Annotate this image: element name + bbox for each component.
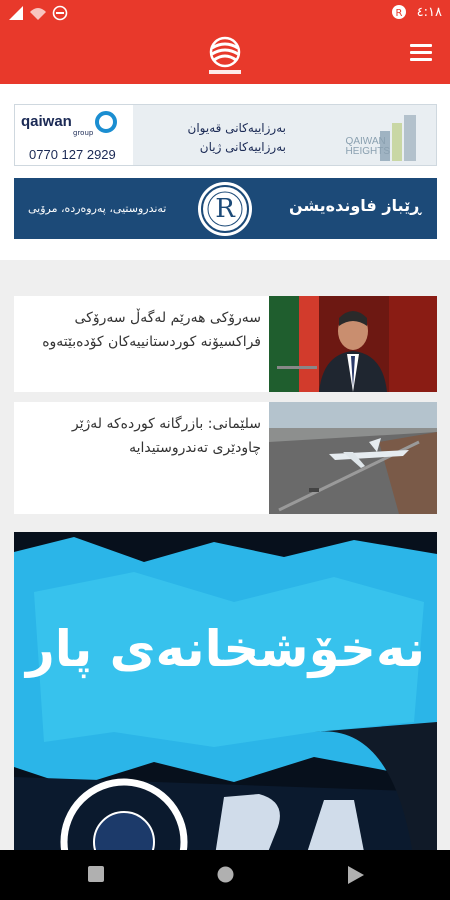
clock: ٤:١٨ [416, 4, 442, 20]
app-bar [0, 28, 450, 84]
signal-icon [9, 6, 23, 20]
qaiwan-heights-label: QAIWAN HEIGHTS [345, 136, 390, 157]
featured-story-card[interactable]: نەخۆشخانەی پار [14, 532, 437, 862]
recents-icon[interactable] [88, 866, 104, 882]
svg-text:R: R [395, 8, 402, 19]
back-icon[interactable] [348, 866, 364, 884]
qaiwan-brand: qaiwan [21, 113, 72, 130]
qaiwan-brand-block: qaiwan group 0770 127 2929 [15, 105, 133, 165]
dnd-icon [52, 5, 68, 21]
qaiwan-line2: بەرزاییەکانی ژیان [199, 140, 286, 154]
qaiwan-brand-sub: group [73, 129, 94, 137]
wifi-icon [30, 8, 46, 20]
menu-icon[interactable] [410, 44, 432, 66]
news-title: سەرۆکی هەرێم لەگەڵ سەرۆکی فراکسیۆنە کورد… [42, 310, 261, 350]
ads-area: qaiwan group 0770 127 2929 بەرزاییەکانی … [0, 84, 450, 260]
status-bar: R ٤:١٨ [0, 0, 450, 28]
rebaz-foundation-ad-banner[interactable]: R ڕێباز فاوندەیشن تەندروستیی، پەروەردە، … [14, 178, 437, 239]
status-icons [8, 5, 68, 21]
qaiwan-phone: 0770 127 2929 [29, 147, 116, 162]
rudaw-logo[interactable] [203, 32, 247, 80]
news-title: سلێمانی: بازرگانە کوردەکە لەژێر چاودێری … [71, 416, 261, 456]
news-item[interactable]: سەرۆکی هەرێم لەگەڵ سەرۆکی فراکسیۆنە کورد… [14, 296, 437, 392]
rebaz-tagline: تەندروستیی، پەروەردە، مرۆیی [28, 202, 167, 215]
notification-icon: R [391, 5, 406, 19]
feature-title: نەخۆشخانەی پار [25, 620, 426, 678]
qaiwan-q-icon [95, 111, 117, 133]
system-nav-bar [0, 850, 450, 900]
news-thumbnail [269, 402, 437, 514]
news-list: سەرۆکی هەرێم لەگەڵ سەرۆکی فراکسیۆنە کورد… [14, 296, 437, 524]
home-icon[interactable] [217, 866, 234, 883]
rebaz-emblem-icon: R [198, 182, 252, 236]
qaiwan-ad-banner[interactable]: qaiwan group 0770 127 2929 بەرزاییەکانی … [14, 104, 437, 166]
rebaz-name: ڕێباز فاوندەیشن [288, 196, 421, 215]
qaiwan-line1: بەرزاییەکانی قەیوان [187, 121, 286, 135]
news-thumbnail [269, 296, 437, 392]
feature-background [14, 532, 437, 862]
news-item[interactable]: سلێمانی: بازرگانە کوردەکە لەژێر چاودێری … [14, 402, 437, 514]
